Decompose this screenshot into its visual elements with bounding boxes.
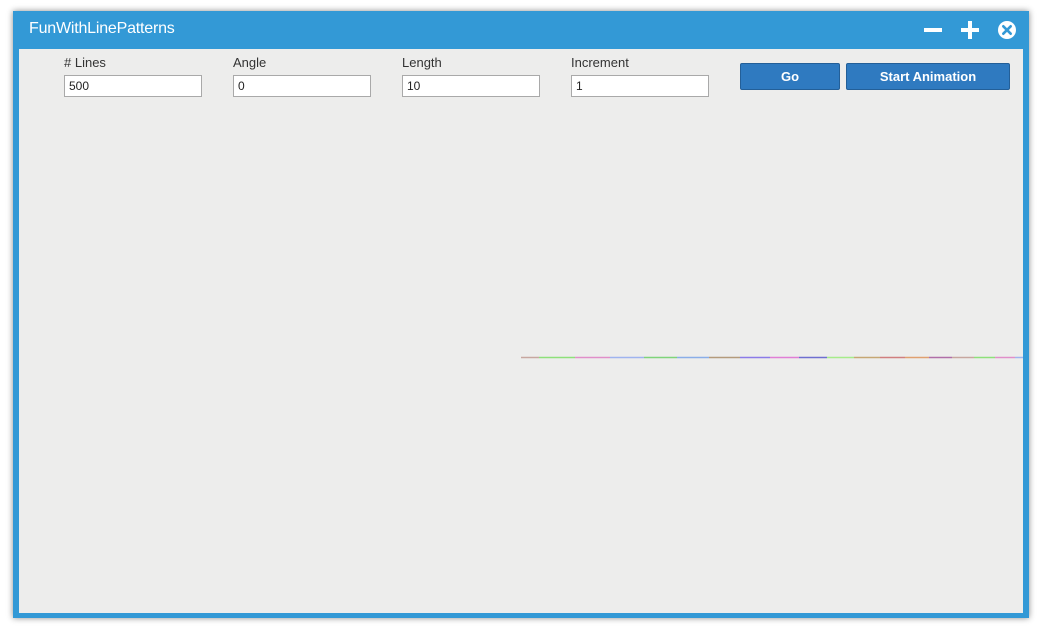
lines-input[interactable]: [64, 75, 202, 97]
go-button[interactable]: Go: [740, 63, 840, 90]
minimize-icon[interactable]: [922, 19, 944, 41]
close-icon[interactable]: [996, 19, 1018, 41]
length-label: Length: [402, 55, 442, 70]
increment-field-group: Increment: [571, 55, 709, 97]
title-bar[interactable]: FunWithLinePatterns: [13, 11, 1029, 49]
angle-label: Angle: [233, 55, 267, 70]
increment-input[interactable]: [571, 75, 709, 97]
app-window: FunWithLinePatterns # Lines 500 Angle 0 …: [13, 11, 1029, 618]
line-pattern-canvas: [521, 356, 1023, 359]
angle-input[interactable]: [233, 75, 371, 97]
maximize-icon[interactable]: [959, 19, 981, 41]
window-title: FunWithLinePatterns: [29, 20, 175, 37]
lines-label: # Lines: [64, 55, 106, 70]
drawing-area: # Lines Angle Length Increment Go Start …: [19, 49, 1023, 613]
length-field-group: Length: [402, 55, 540, 97]
lines-field-group: # Lines: [64, 55, 202, 97]
angle-field-group: Angle: [233, 55, 371, 97]
length-input[interactable]: [402, 75, 540, 97]
start-animation-button[interactable]: Start Animation: [846, 63, 1010, 90]
increment-label: Increment: [571, 55, 629, 70]
